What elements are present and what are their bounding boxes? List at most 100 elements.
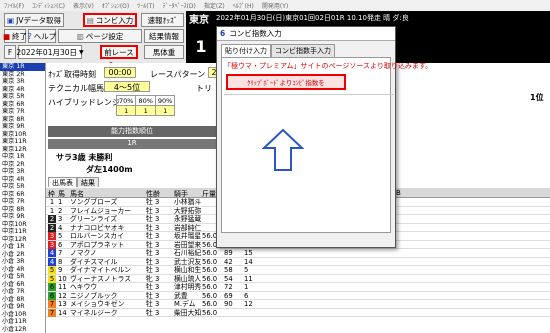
ability-ranking-header: 能力指数順位 (48, 126, 216, 137)
odds: 11 (244, 274, 253, 283)
menu-item[interactable]: ｵﾌﾟｼｮﾝ(O) (102, 1, 129, 10)
jockey: 武豊 (174, 291, 188, 300)
prev-race-button[interactable]: 前レース (100, 45, 138, 59)
tab-results[interactable]: 結果 (77, 177, 99, 187)
jockey: 津村明秀 (174, 283, 202, 291)
jockey: 横山琉人 (174, 274, 202, 283)
race-list-item[interactable]: 中京12R (0, 236, 45, 244)
horse-name: メイショウキゼン (70, 300, 125, 308)
race-list-item[interactable]: 小倉 9R (0, 303, 45, 311)
table-row[interactable]: 6 12 ニジノブルック牡 3 武豊 56.0 69 6 (46, 291, 550, 300)
race-list-item[interactable]: 東京10R (0, 131, 45, 139)
page-icon: ▥ (76, 31, 84, 41)
race-list-item[interactable]: 小倉 1R (0, 243, 45, 251)
horse-name: ダイチスマイル (70, 257, 118, 266)
weight: 56.0 (202, 274, 218, 283)
race-list-item[interactable]: 東京 3R (0, 78, 45, 86)
table-row[interactable]: 5 10 ヴィーナスノトラス 牝 3 横山琉人 56.0 54 11 (46, 274, 550, 283)
date-select[interactable]: 2022年01月30日 ▼ (16, 45, 84, 59)
race-list-item[interactable]: 中京 6R (0, 191, 45, 199)
race-list-item[interactable]: 小倉 8R (0, 296, 45, 304)
race-list-item[interactable]: 東京 4R (0, 86, 45, 94)
technical-label: テクニカル幅馬 (48, 84, 104, 93)
race-list-item[interactable]: 小倉 4R (0, 266, 45, 274)
race-list-item[interactable]: 小倉11R (0, 318, 45, 326)
f-button[interactable]: F (4, 45, 16, 59)
page-settings-button[interactable]: ▥ ページ設定 (58, 29, 142, 43)
waku-cell: 1 (48, 198, 56, 206)
horse-number: 12 (58, 291, 67, 300)
table-row[interactable]: 4 8 ダイチスマイル 牡 3 武士沢友 56.0 42 14 (46, 257, 550, 266)
table-row[interactable]: 7 13 メイショウキゼン 牡 3 M.デム 56.0 90 12 (46, 300, 550, 309)
combo-input-button[interactable]: ▤ コンビ入力 (83, 13, 137, 27)
table-row[interactable]: 5 9 ダイナマイトベルン牡 3 横山和生 56.0 58 5 (46, 266, 550, 275)
menu-item[interactable]: ﾌｧｲﾙ(F) (4, 1, 24, 10)
race-list-item[interactable]: 小倉 3R (0, 258, 45, 266)
race-list-item[interactable]: 東京 7R (0, 108, 45, 116)
horse-weight-button[interactable]: 馬体重 (144, 45, 184, 59)
menu-item[interactable]: 指定(Z) (204, 1, 225, 10)
popularity: 89 (224, 249, 233, 257)
dialog-tabs: 貼り付け入力 コンビ指数手入力 (217, 41, 395, 57)
tab-manual-input[interactable]: コンビ指数手入力 (271, 44, 335, 57)
race-list-item[interactable]: 小倉 6R (0, 281, 45, 289)
race-list-item[interactable]: 小倉10R (0, 311, 45, 319)
race-list-item[interactable]: 東京 9R (0, 123, 45, 131)
menu-item[interactable]: ｺﾝﾃﾞｨｼｮﾝ(C) (32, 1, 65, 10)
race-list-item[interactable]: 中京 1R (0, 153, 45, 161)
waku-cell: 5 (48, 274, 56, 283)
menu-item[interactable]: 開発用(Y) (262, 1, 288, 10)
race-list-item[interactable]: 東京11R (0, 138, 45, 146)
horse-name: ロルバーンスカイ (70, 232, 124, 240)
waku-cell: 7 (48, 308, 56, 317)
popularity: 90 (224, 300, 233, 308)
race-list-item[interactable]: 中京10R (0, 221, 45, 229)
tab-entries[interactable]: 出馬表 (48, 177, 77, 187)
results-info-button[interactable]: 結果情報 (144, 29, 184, 43)
race-list-item[interactable]: 中京 3R (0, 168, 45, 176)
odds: 15 (244, 249, 253, 257)
race-list-item[interactable]: 中京 5R (0, 183, 45, 191)
sheet-tabs: 出馬表 結果 (48, 177, 99, 187)
race-list-item[interactable]: 東京 1R (0, 63, 45, 71)
hybrid-col: 70% (115, 95, 137, 106)
dialog-title: コンビ指数入力 (229, 29, 282, 38)
race-list-item[interactable]: 小倉 7R (0, 288, 45, 296)
horse-number: 4 (58, 223, 63, 232)
race-list-item[interactable]: 小倉12R (0, 326, 45, 333)
waku-cell: 2 (48, 215, 56, 223)
paste-from-clipboard-button[interactable]: ｸﾘｯﾌﾟﾎﾞｰﾄﾞよりｺﾝﾋﾟ指数を (226, 74, 346, 90)
race-list-item[interactable]: 小倉 2R (0, 251, 45, 259)
table-row[interactable]: 7 14 マイネルジーク 牡 3 柴田大知 56.0 (46, 308, 550, 317)
odds: 12 (244, 300, 253, 308)
tab-paste-input[interactable]: 貼り付け入力 (221, 44, 271, 57)
race-list-item[interactable]: 中京 9R (0, 213, 45, 221)
odds-time-value: 00:00 (104, 67, 136, 78)
menu-item[interactable]: ﾂｰﾙ(T) (137, 1, 154, 10)
race-list-item[interactable]: 中京 2R (0, 161, 45, 169)
realtime-odds-button[interactable]: 速報ｵｯｽﾞ (141, 13, 184, 27)
menu-item[interactable]: ﾃﾞｰﾀﾍﾞｰｽ(D) (163, 1, 196, 10)
table-row[interactable]: 4 7 ノマクノ 牡 3 石川裕紀 56.0 89 15 (46, 249, 550, 258)
race-list-item[interactable]: 中京 7R (0, 198, 45, 206)
jockey: M.デム (174, 300, 196, 308)
table-row[interactable]: 6 11 ヘキウウ 牡 3 津村明秀 56.0 72 1 (46, 283, 550, 292)
exit-button[interactable]: ■ 終了 (3, 29, 27, 43)
race-list-item[interactable]: 中京 8R (0, 206, 45, 214)
race-list-item[interactable]: 東京 5R (0, 93, 45, 101)
race-list-item[interactable]: 東京 6R (0, 101, 45, 109)
race-list-item[interactable]: 東京12R (0, 146, 45, 154)
race-list-item[interactable]: 中京 4R (0, 176, 45, 184)
hybrid-table: 70% 80% 90% 1 1 1 (115, 95, 176, 116)
race-list-item[interactable]: 中京11R (0, 228, 45, 236)
race-list: 東京 1R 東京 2R 東京 3R 東京 4R 東京 5R 東京 6R 東京 7R 東京 8R… (0, 63, 46, 333)
race-list-item[interactable]: 東京 8R (0, 116, 45, 124)
help-button[interactable]: ? ヘルプ (28, 29, 56, 43)
menu-item[interactable]: 表示(V) (73, 1, 94, 10)
race-list-item[interactable]: 小倉 5R (0, 273, 45, 281)
race-list-item[interactable]: 東京 2R (0, 71, 45, 79)
waku-cell: 4 (48, 257, 56, 266)
menu-item[interactable]: ﾍﾙﾌﾟ(H) (233, 1, 254, 10)
weight: 56.0 (202, 283, 218, 291)
jv-data-button[interactable]: ▣ JVデータ取得 (4, 13, 64, 27)
